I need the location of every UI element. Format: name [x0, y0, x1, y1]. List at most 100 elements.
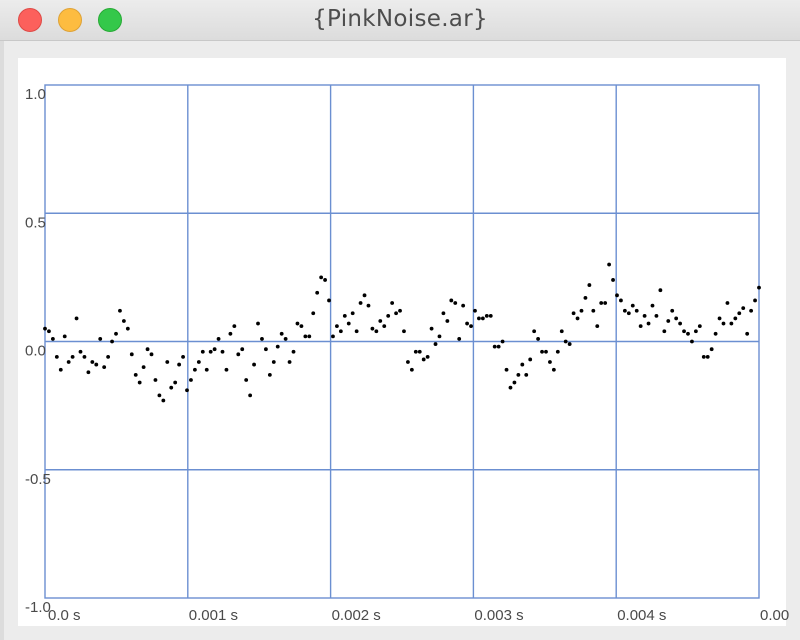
sample-point [181, 354, 185, 359]
sample-point [98, 337, 103, 341]
sample-point [275, 344, 280, 349]
sample-point [189, 378, 193, 382]
sample-point [406, 360, 410, 364]
sample-point [567, 342, 572, 346]
sample-point [157, 393, 162, 398]
sample-point [587, 283, 592, 287]
sample-point [441, 311, 446, 316]
sample-point [177, 362, 182, 367]
sample-point [315, 290, 320, 295]
sample-point [106, 354, 111, 359]
sample-point [78, 349, 83, 354]
sample-point [678, 321, 683, 326]
x-tick-label: 0.002 s [332, 607, 381, 624]
y-tick-label: 1.0 [25, 86, 46, 103]
sample-point [319, 275, 324, 280]
sample-point [465, 321, 469, 326]
sample-point [461, 303, 466, 308]
sample-point [220, 349, 225, 354]
sample-point [709, 347, 714, 352]
sample-point [338, 329, 343, 334]
sample-point [540, 349, 544, 354]
y-tick-label: -1.0 [25, 599, 51, 616]
sample-point [256, 321, 260, 326]
sample-point [386, 313, 391, 318]
sample-point [94, 362, 99, 367]
sample-point [619, 298, 623, 303]
sample-point [512, 380, 517, 385]
sample-point [528, 357, 533, 362]
sample-point [390, 301, 395, 305]
sample-point [559, 329, 564, 334]
sample-point [725, 301, 730, 305]
sample-point [200, 349, 205, 354]
sample-point [267, 372, 272, 377]
sample-point [378, 319, 383, 323]
sample-point [488, 313, 493, 318]
sample-point [232, 324, 237, 329]
waveform-plot[interactable]: 1.0 0.5 0.0 -0.5 -1.00.0 s 0.001 s 0.002 s 0.00… [0, 0, 800, 640]
sample-point [713, 331, 718, 336]
sample-point [54, 354, 59, 359]
sample-point [504, 367, 509, 372]
sample-point [690, 339, 694, 344]
sample-point [283, 337, 288, 341]
sample-point [50, 337, 55, 341]
x-tick-label: 0.001 s [189, 607, 238, 624]
sample-point [532, 329, 537, 334]
sample-point [555, 349, 560, 354]
sample-point [244, 378, 249, 382]
sample-point [307, 334, 312, 339]
sample-point [224, 367, 229, 372]
sample-point [666, 319, 671, 323]
sample-point [354, 329, 359, 334]
sample-point [169, 385, 174, 390]
sample-point [47, 329, 51, 334]
sample-point [674, 316, 679, 321]
sample-point [358, 301, 363, 305]
sample-point [137, 380, 142, 385]
sample-point [693, 329, 698, 334]
sample-point [508, 385, 513, 390]
sample-point [327, 298, 331, 303]
sample-point [638, 324, 643, 329]
sample-point [477, 316, 481, 321]
sample-point [469, 324, 473, 329]
sample-point [173, 380, 178, 385]
sample-point [62, 334, 67, 339]
sample-point [165, 360, 170, 364]
sample-point [449, 298, 454, 303]
sample-point [110, 339, 114, 344]
sample-point [729, 321, 734, 326]
sample-point [271, 360, 276, 364]
sample-point [662, 329, 667, 334]
sample-point [204, 367, 209, 372]
sample-point [248, 393, 253, 398]
sample-point [500, 339, 505, 344]
sample-point [626, 311, 631, 316]
y-tick-label: 0.0 [25, 343, 46, 360]
sample-point [701, 354, 706, 359]
sample-point [133, 372, 138, 377]
sample-point [433, 342, 438, 346]
sample-point [686, 331, 690, 336]
sample-point [721, 321, 726, 326]
sample-point [417, 349, 422, 354]
sample-point [323, 278, 327, 282]
sample-point [58, 367, 63, 372]
sample-point [413, 349, 418, 354]
sample-point [394, 311, 398, 316]
sample-point [591, 308, 596, 313]
sample-point [129, 352, 134, 357]
sample-point [86, 370, 91, 375]
sample-point [299, 324, 304, 329]
sample-point [421, 357, 426, 362]
sample-point [362, 293, 367, 298]
sample-point [70, 354, 75, 359]
x-tick-label: 0.003 s [474, 607, 523, 624]
sample-point [196, 360, 201, 364]
sample-point [520, 362, 525, 367]
sample-point [118, 308, 122, 313]
sample-point [484, 313, 489, 318]
sample-point [536, 337, 540, 341]
